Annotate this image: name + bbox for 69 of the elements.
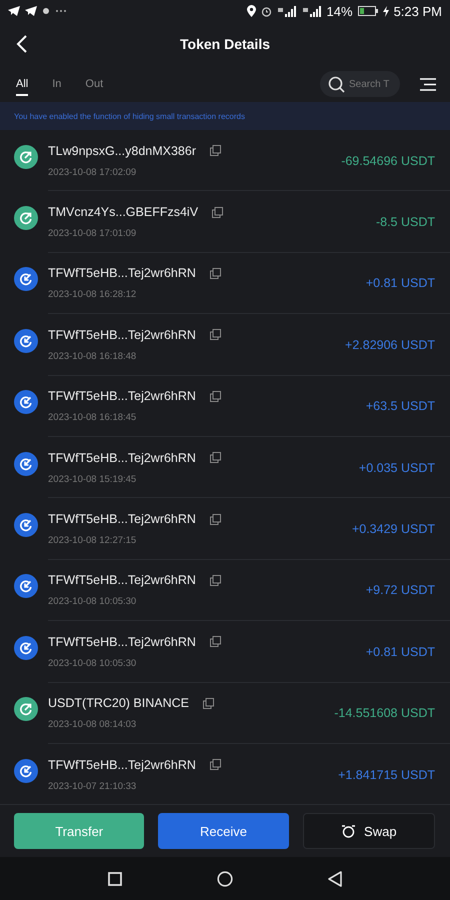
- telegram-icon: [25, 6, 37, 16]
- copy-icon[interactable]: [210, 636, 221, 648]
- address-text: TMVcnz4Ys...GBEFFzs4iV: [48, 205, 198, 220]
- timestamp: 2023-10-08 16:18:45: [48, 412, 138, 424]
- copy-icon[interactable]: [210, 759, 221, 770]
- transfer-button[interactable]: Transfer: [14, 813, 144, 849]
- battery-percent: 14%: [326, 4, 353, 18]
- page-title: Token Details: [180, 36, 270, 52]
- copy-icon[interactable]: [210, 574, 221, 586]
- address-text: TFWfT5eHB...Tej2wr6hRN: [48, 450, 196, 465]
- receive-button[interactable]: Receive: [158, 813, 289, 849]
- timestamp: 2023-10-08 17:02:09: [48, 166, 138, 178]
- amount-text: +0.035 USDT: [358, 460, 435, 475]
- clock: 5:23 PM: [394, 4, 442, 18]
- timestamp: 2023-10-08 08:14:03: [48, 719, 138, 730]
- address-text: TFWfT5eHB...Tej2wr6hRN: [48, 758, 196, 772]
- location-icon: [246, 5, 256, 17]
- amount-text: +0.81 USDT: [366, 276, 435, 290]
- address-text: USDT(TRC20) BINANCE: [48, 696, 189, 710]
- menu-icon[interactable]: [420, 78, 436, 90]
- more-icon: [55, 9, 67, 13]
- copy-icon[interactable]: [203, 698, 214, 709]
- notice-text: You have enabled the function of hiding small transaction records: [14, 112, 245, 120]
- filter-tab[interactable]: In: [52, 72, 62, 96]
- swap-icon: [341, 824, 356, 838]
- search-field[interactable]: Search T: [320, 71, 400, 97]
- timestamp: 2023-10-08 16:18:48: [48, 350, 138, 362]
- signal-icon: [276, 6, 297, 16]
- recents-icon[interactable]: [108, 872, 122, 886]
- signal-icon: [302, 6, 322, 16]
- amount-text: -69.54696 USDT: [341, 154, 435, 168]
- back-icon[interactable]: [328, 870, 342, 886]
- timestamp: 2023-10-08 10:05:30: [48, 596, 138, 608]
- alarm-icon: [260, 6, 272, 16]
- address-text: TFWfT5eHB...Tej2wr6hRN: [48, 573, 196, 588]
- amount-text: +0.81 USDT: [366, 644, 435, 659]
- address-text: TFWfT5eHB...Tej2wr6hRN: [48, 328, 196, 342]
- timestamp: 2023-10-08 17:01:09: [48, 228, 138, 240]
- amount-text: +9.72 USDT: [366, 583, 435, 598]
- address-text: TFWfT5eHB...Tej2wr6hRN: [48, 512, 196, 526]
- timestamp: 2023-10-08 12:27:15: [48, 535, 138, 546]
- swap-button[interactable]: Swap: [302, 813, 435, 849]
- filter-tab[interactable]: All: [16, 72, 28, 96]
- amount-text: +1.841715 USDT: [338, 768, 435, 782]
- copy-icon[interactable]: [212, 206, 224, 218]
- amount-text: +2.82906 USDT: [345, 338, 435, 352]
- amount-text: +63.5 USDT: [366, 399, 435, 414]
- copy-icon[interactable]: [210, 390, 221, 402]
- copy-icon[interactable]: [210, 514, 221, 525]
- timestamp: 2023-10-08 10:05:30: [48, 658, 138, 669]
- filter-tab[interactable]: Out: [85, 72, 104, 96]
- address-text: TFWfT5eHB...Tej2wr6hRN: [48, 389, 196, 404]
- battery-icon: [358, 6, 378, 16]
- address-text: TFWfT5eHB...Tej2wr6hRN: [48, 266, 196, 280]
- telegram-icon: [8, 6, 20, 16]
- amount-text: -8.5 USDT: [376, 215, 435, 230]
- amount-text: -14.551608 USDT: [334, 706, 435, 720]
- copy-icon[interactable]: [210, 268, 221, 279]
- timestamp: 2023-10-08 15:19:45: [48, 474, 138, 485]
- copy-icon[interactable]: [210, 329, 221, 340]
- amount-text: +0.3429 USDT: [352, 522, 435, 536]
- address-text: TFWfT5eHB...Tej2wr6hRN: [48, 634, 196, 649]
- copy-icon[interactable]: [210, 145, 221, 156]
- timestamp: 2023-10-07 21:10:33: [48, 780, 138, 792]
- copy-icon[interactable]: [210, 452, 221, 464]
- charging-icon: [382, 6, 389, 16]
- home-icon[interactable]: [216, 870, 233, 886]
- timestamp: 2023-10-08 16:28:12: [48, 289, 138, 300]
- address-text: TLw9npsxG...y8dnMX386r: [48, 144, 196, 158]
